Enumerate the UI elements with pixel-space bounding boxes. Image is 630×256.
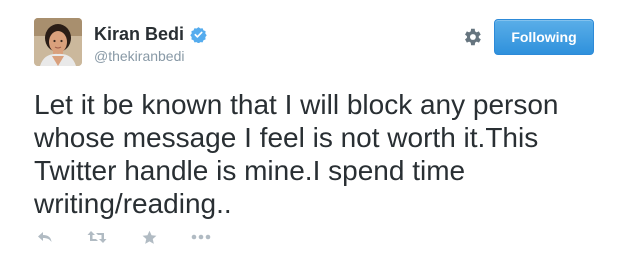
following-button[interactable]: Following	[494, 19, 594, 55]
name-row: Kiran Bedi	[94, 24, 207, 44]
avatar[interactable]	[34, 18, 82, 66]
verified-badge-icon	[190, 26, 207, 43]
gear-icon[interactable]	[461, 26, 483, 48]
retweet-icon[interactable]	[86, 226, 108, 248]
star-icon[interactable]	[138, 226, 160, 248]
tweet-actions	[34, 226, 242, 248]
display-name[interactable]: Kiran Bedi	[94, 24, 184, 44]
reply-icon[interactable]	[34, 226, 56, 248]
username[interactable]: @thekiranbedi	[94, 48, 185, 64]
more-icon[interactable]	[190, 226, 212, 248]
tweet-text: Let it be known that I will block any pe…	[34, 89, 559, 219]
avatar-image	[34, 18, 82, 66]
tweet-card: Kiran Bedi @thekiranbedi Following Let i…	[0, 0, 630, 256]
